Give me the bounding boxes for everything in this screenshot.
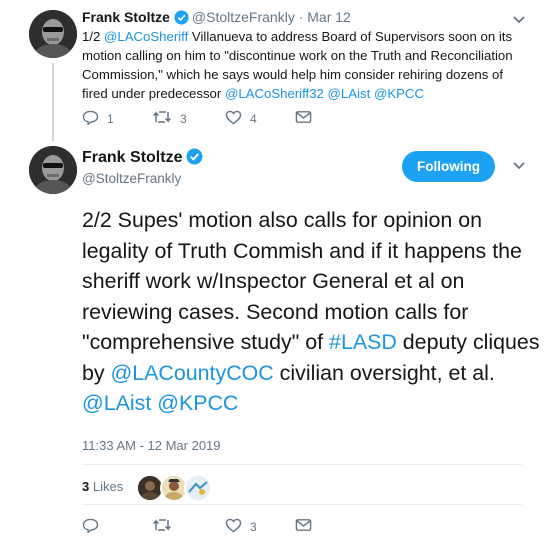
tweet-text: 2/2 Supes' motion also calls for opinion… <box>82 205 542 419</box>
author-handle[interactable]: @StoltzeFrankly <box>82 171 181 186</box>
author-name[interactable]: Frank Stoltze <box>82 9 170 25</box>
reply-icon <box>82 110 99 128</box>
retweet-icon <box>152 518 172 535</box>
tweet-actions: 3 <box>82 518 382 538</box>
mention-link[interactable]: @LACoSheriff <box>104 29 188 44</box>
like-count: 4 <box>250 112 257 126</box>
divider <box>82 464 522 465</box>
heart-icon <box>225 110 242 128</box>
liker-avatar[interactable] <box>184 474 212 502</box>
verified-badge-icon <box>174 10 189 28</box>
retweet-button[interactable]: 3 <box>152 110 187 127</box>
mention-link[interactable]: @LACoSheriff32 <box>225 86 324 101</box>
reply-icon <box>82 518 99 536</box>
likes-label: Likes <box>92 479 124 494</box>
following-button[interactable]: Following <box>402 151 495 182</box>
mention-link[interactable]: @KPCC <box>374 86 424 101</box>
reply-button[interactable]: 1 <box>82 110 114 128</box>
tweet-timestamp[interactable]: 11:33 AM - 12 Mar 2019 <box>82 438 221 453</box>
avatar[interactable] <box>29 10 77 58</box>
likes-stat[interactable]: 3 Likes <box>82 479 123 494</box>
tweet-date[interactable]: · Mar 12 <box>299 9 351 25</box>
direct-message-button[interactable] <box>295 110 312 127</box>
mention-link[interactable]: @KPCC <box>157 391 238 415</box>
like-count: 3 <box>250 520 257 534</box>
envelope-icon <box>295 110 312 127</box>
author-name[interactable]: Frank Stoltze <box>82 148 206 170</box>
thread-line <box>52 63 54 141</box>
tweet-actions: 1 3 4 <box>82 110 382 130</box>
avatar[interactable] <box>29 146 77 194</box>
text-segment: civilian oversight, et al. <box>273 360 495 385</box>
mention-link[interactable]: @LAist <box>82 391 151 415</box>
tweet-text: 1/2 @LACoSheriff Villanueva to address B… <box>82 27 522 103</box>
chevron-down-icon[interactable] <box>512 158 526 176</box>
mention-link[interactable]: @LAist <box>328 86 371 101</box>
direct-message-button[interactable] <box>295 518 312 535</box>
like-button[interactable]: 4 <box>225 110 257 128</box>
text-segment: 1/2 <box>82 29 104 44</box>
retweet-button[interactable] <box>152 518 180 535</box>
mention-link[interactable]: @LACountyCOC <box>111 361 274 385</box>
reply-count: 1 <box>107 112 114 126</box>
author-handle[interactable]: @StoltzeFrankly <box>192 9 295 25</box>
tweet-header: Frank Stoltze @StoltzeFrankly · Mar 12 <box>82 9 351 28</box>
heart-icon <box>225 518 242 536</box>
reply-button[interactable] <box>82 518 99 536</box>
author-name-text[interactable]: Frank Stoltze <box>82 149 182 166</box>
retweet-count: 3 <box>180 111 187 126</box>
like-button[interactable]: 3 <box>225 518 257 536</box>
envelope-icon <box>295 518 312 535</box>
retweet-icon <box>152 110 172 127</box>
likes-number: 3 <box>82 479 90 494</box>
verified-badge-icon <box>186 148 203 170</box>
hashtag-link[interactable]: #LASD <box>329 330 397 354</box>
divider <box>82 504 522 505</box>
